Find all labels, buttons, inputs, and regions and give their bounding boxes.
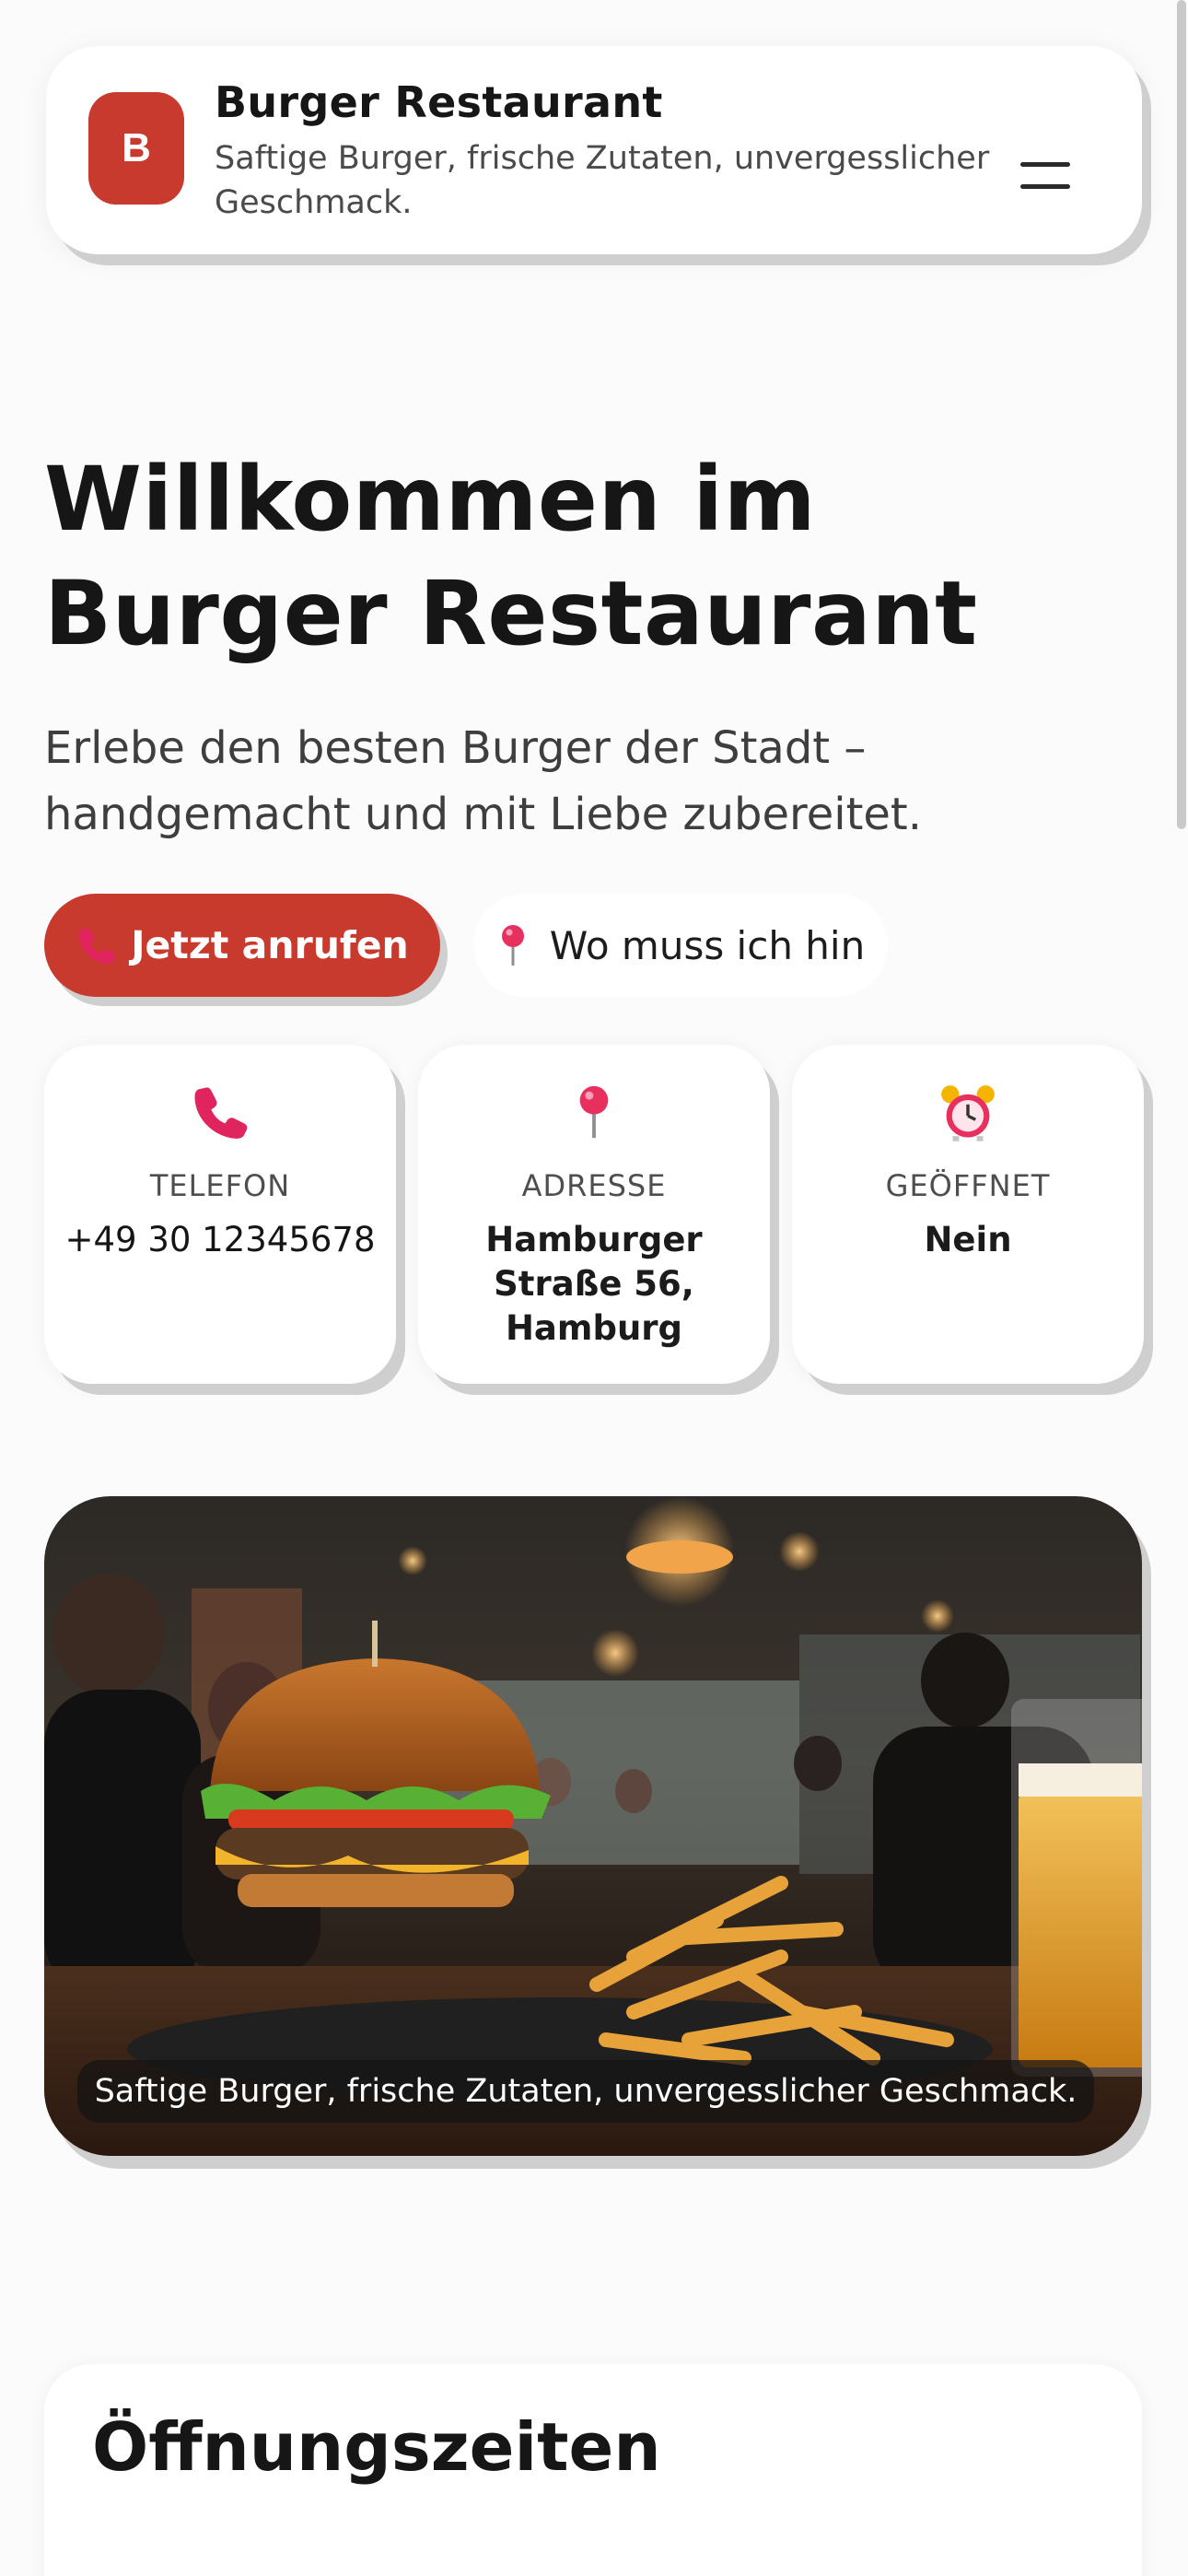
address-value: Hamburger Straße 56, Hamburg: [485, 1220, 703, 1348]
directions-button[interactable]: Wo muss ich hin: [473, 894, 888, 997]
pin-icon: [501, 925, 524, 966]
phone-number[interactable]: +49 30 12345678: [63, 1218, 378, 1262]
hero-title: Willkommen im Burger Restaurant: [44, 448, 978, 665]
hero-subtitle: Erlebe den besten Burger der Stadt – han…: [44, 722, 922, 840]
scrollbar[interactable]: [1177, 0, 1186, 829]
alarm-clock-icon: [941, 1085, 995, 1142]
telephone-icon: [79, 928, 116, 965]
call-button-label: Jetzt anrufen: [131, 923, 409, 967]
hamburger-menu-icon[interactable]: [1013, 162, 1074, 205]
telephone-icon: [194, 1087, 248, 1139]
opening-hours-title: Öffnungszeiten: [92, 2408, 661, 2486]
info-label: ADRESSE: [521, 1168, 667, 1203]
burger-scene-image: [44, 1496, 1142, 2156]
call-button[interactable]: Jetzt anrufen: [44, 894, 440, 997]
pin-icon: [579, 1085, 609, 1139]
page: B Burger Restaurant Saftige Burger, fris…: [0, 0, 1188, 2576]
opening-hours-section: Öffnungszeiten: [44, 2364, 1142, 2576]
info-label: GEÖFFNET: [885, 1168, 1051, 1203]
info-card-address[interactable]: ADRESSE Hamburger Straße 56, Hamburg: [418, 1045, 770, 1384]
info-card-open-status: GEÖFFNET Nein: [792, 1045, 1144, 1384]
site-title[interactable]: Burger Restaurant: [215, 77, 663, 127]
photo-caption: Saftige Burger, frische Zutaten, unverge…: [77, 2060, 1094, 2123]
site-header: B Burger Restaurant Saftige Burger, fris…: [46, 46, 1142, 254]
directions-button-label: Wo muss ich hin: [549, 922, 866, 968]
info-card-phone[interactable]: TELEFON +49 30 12345678: [44, 1045, 396, 1384]
menu-line: [1020, 162, 1070, 167]
logo-badge[interactable]: B: [88, 92, 184, 205]
info-label: TELEFON: [149, 1168, 291, 1203]
open-status-value: Nein: [924, 1220, 1012, 1259]
site-tagline: Saftige Burger, frische Zutaten, unverge…: [215, 140, 990, 221]
restaurant-photo: Saftige Burger, frische Zutaten, unverge…: [44, 1496, 1142, 2156]
menu-line: [1020, 184, 1070, 189]
